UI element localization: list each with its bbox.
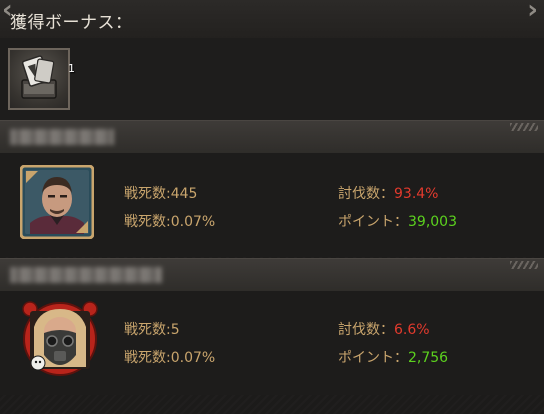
header-stripes	[510, 261, 538, 269]
defeat-count: 討伐数：93.4%	[338, 186, 439, 202]
player-name-blurred	[10, 267, 162, 283]
reward-area: A 1	[0, 38, 544, 120]
bonus-title: 獲得ボーナス：	[10, 13, 133, 33]
bonus-title-bar: ‹ 獲得ボーナス： ›	[0, 0, 544, 39]
battle-report-screen: ‹ 獲得ボーナス： › A 1	[0, 0, 544, 414]
reward-item[interactable]: A 1	[8, 48, 75, 110]
header-stripes	[510, 123, 538, 131]
male-soldier-portrait-icon	[20, 165, 94, 239]
avatar[interactable]	[20, 165, 94, 239]
reward-count: 1	[68, 62, 75, 75]
killed-rate: 戦死数:0.07%	[124, 214, 216, 230]
player-header	[0, 120, 544, 154]
killed-rate: 戦死数:0.07%	[124, 350, 216, 366]
points: ポイント：39,003	[338, 214, 457, 230]
card-deck-icon: A	[21, 55, 57, 99]
killed-count: 戦死数:445	[124, 186, 198, 202]
killed-count: 戦死数:5	[124, 322, 180, 338]
player-panel: 戦死数:5 戦死数:0.07% 討伐数：6.6% ポイント：2,756	[0, 291, 544, 395]
player-name-blurred	[10, 129, 114, 145]
player-panel: 戦死数:445 戦死数:0.07% 討伐数：93.4% ポイント：39,003	[0, 153, 544, 257]
player-header	[0, 258, 544, 292]
gas-mask-portrait-icon	[22, 301, 98, 376]
points: ポイント：2,756	[338, 350, 449, 366]
next-arrow-icon[interactable]: ›	[514, 0, 538, 23]
avatar[interactable]	[20, 297, 98, 376]
defeat-count: 討伐数：6.6%	[338, 322, 430, 338]
